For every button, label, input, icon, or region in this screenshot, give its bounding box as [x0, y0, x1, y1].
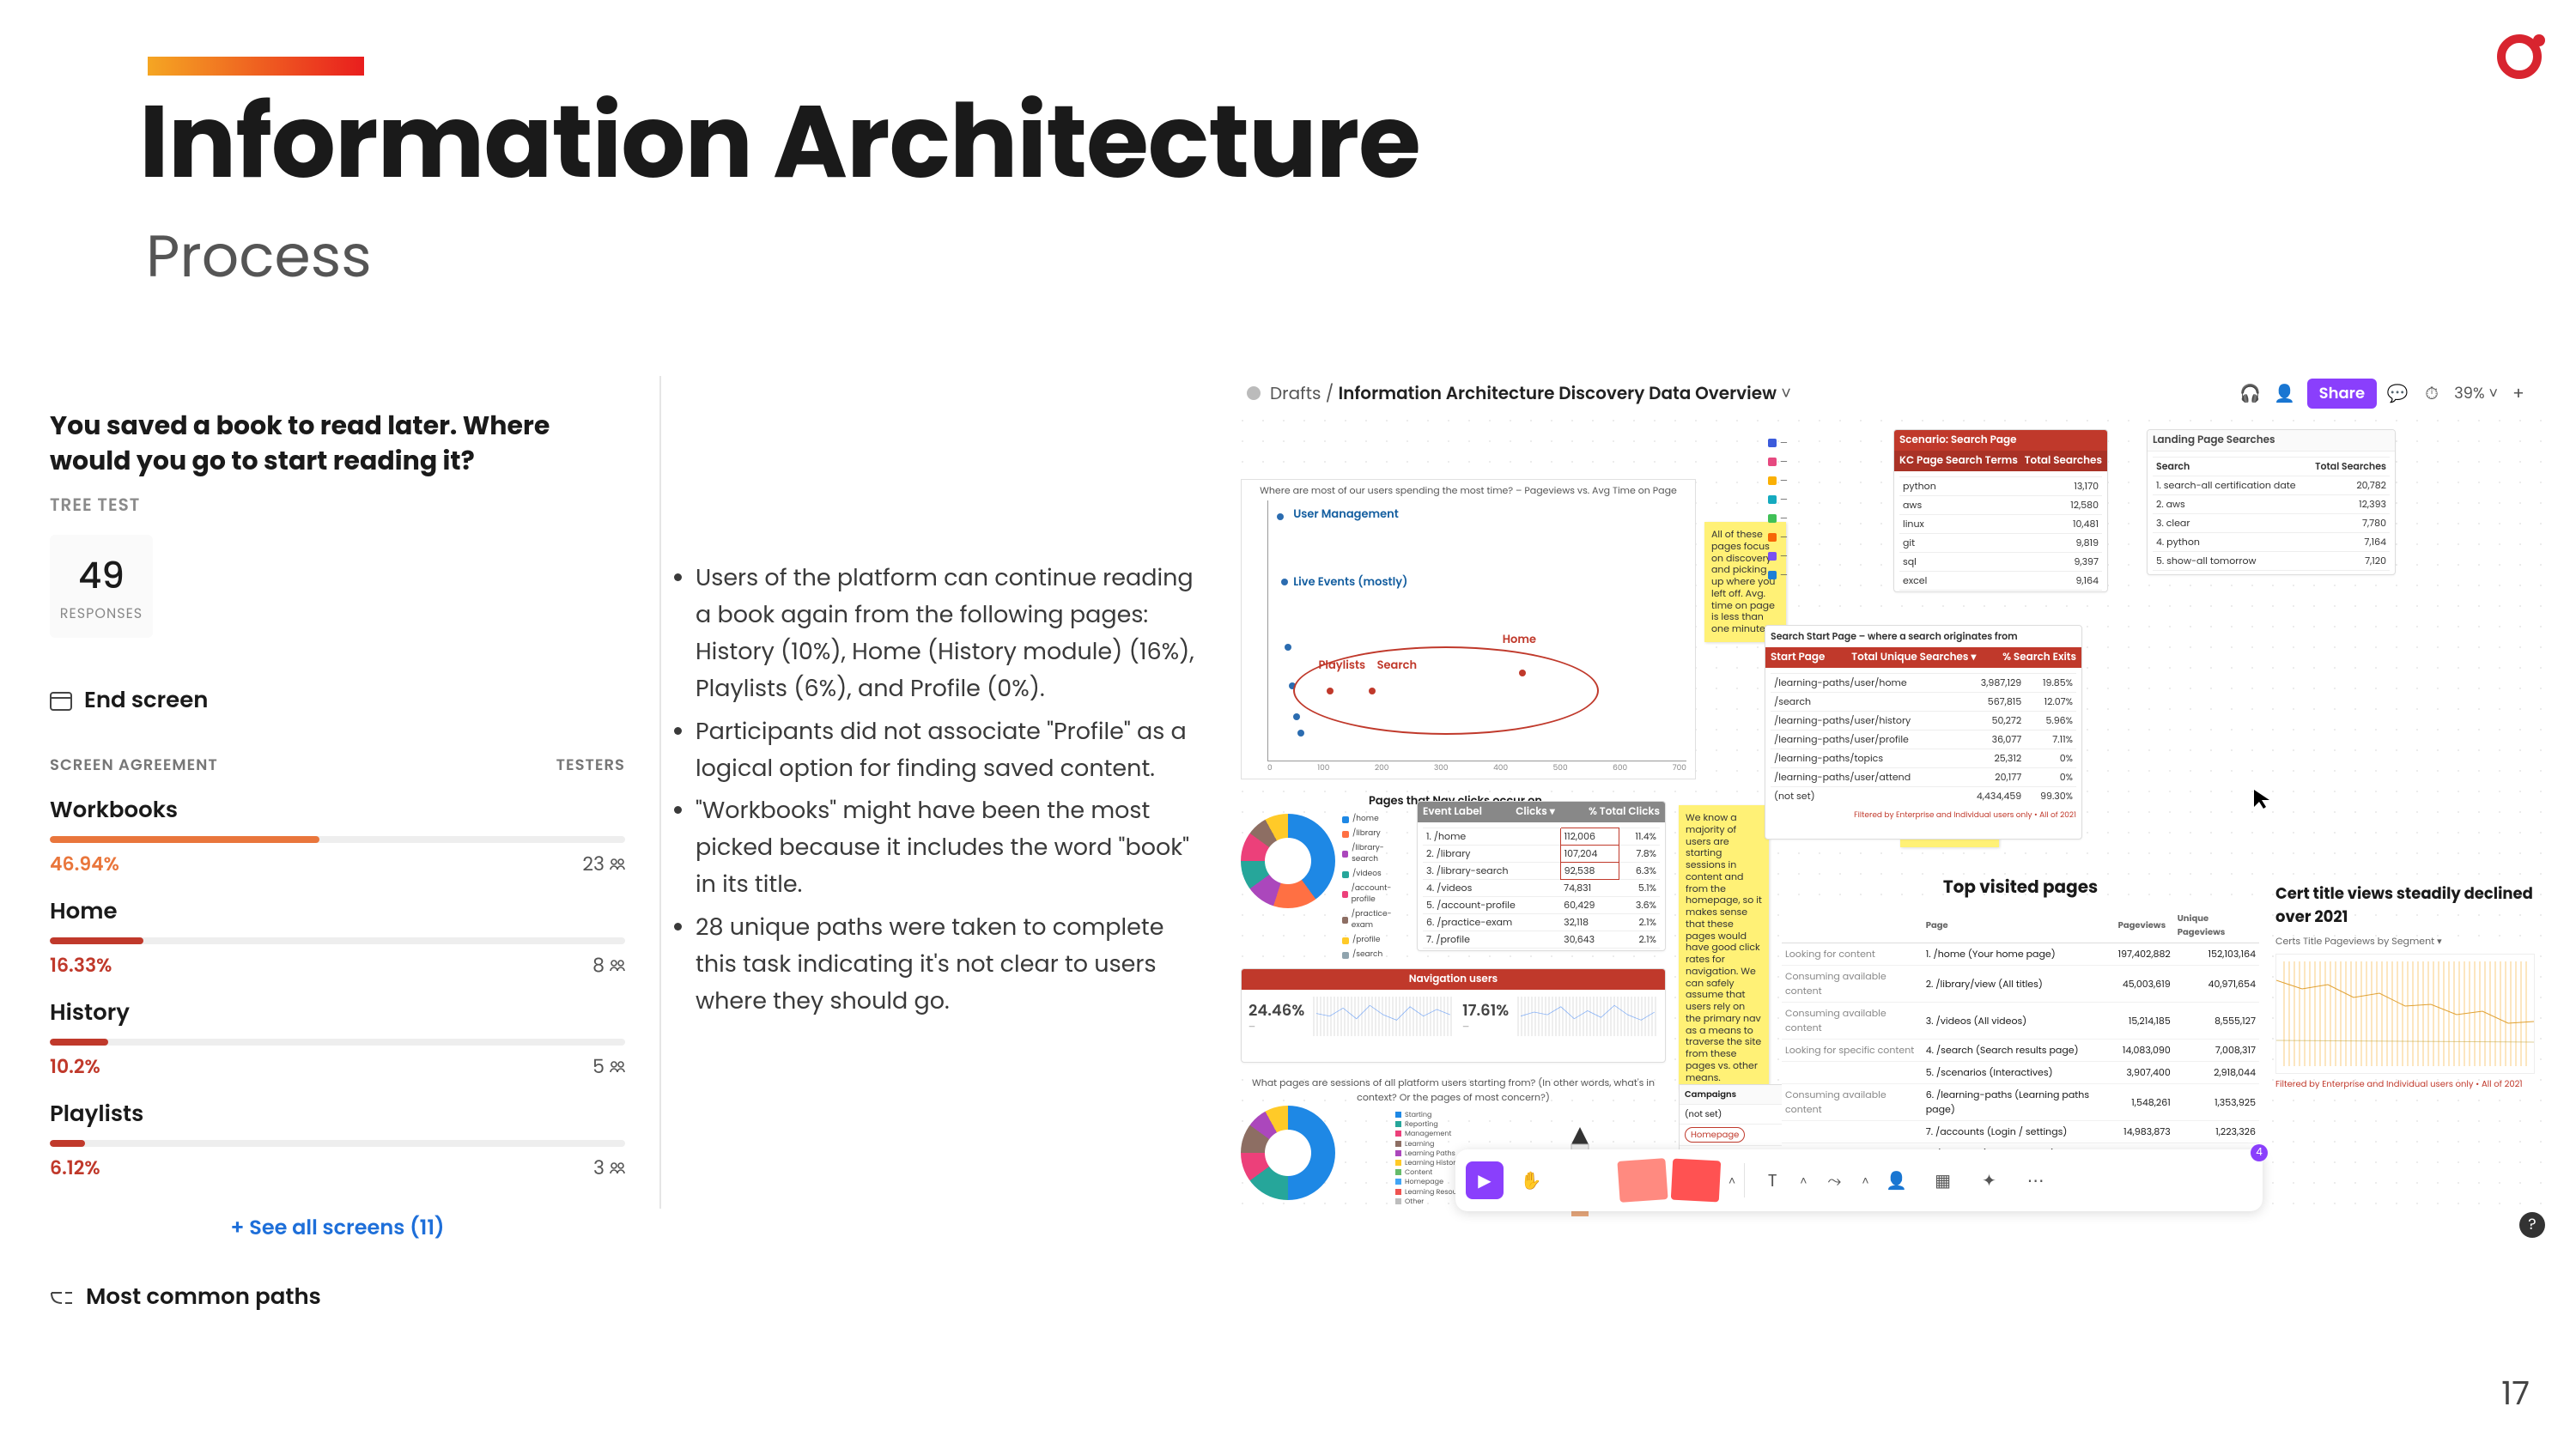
common-paths-label: Most common paths: [86, 1281, 321, 1314]
sp-hdr2: Total Unique Searches ▾: [1851, 650, 1976, 665]
donut-chart-1: /home/library/library-search/videos/acco…: [1241, 814, 1404, 951]
breadcrumb-prefix: Drafts /: [1270, 381, 1334, 405]
findings-bullets: Users of the platform can continue readi…: [678, 560, 1207, 1025]
survey-panel: You saved a book to read later. Where wo…: [9, 376, 1228, 1209]
help-button[interactable]: ?: [2519, 1212, 2545, 1238]
agreement-row: Workbooks 46.94% 23: [50, 794, 625, 878]
finding-bullet: Participants did not associate "Profile"…: [696, 713, 1207, 787]
share-button[interactable]: Share: [2307, 379, 2377, 409]
sticky-note-3[interactable]: We know a majority of users are starting…: [1679, 805, 1769, 1090]
agreement-row: Home 16.33% 8: [50, 895, 625, 979]
nt-hl: Event Label: [1423, 804, 1482, 820]
zoom-level[interactable]: 39% ˅: [2454, 382, 2498, 405]
nav-users-panel: Navigation users 24.46% — 17.61% —: [1241, 968, 1666, 1063]
kpi-hdr-right: Total Searches: [2025, 453, 2102, 469]
figma-logo-icon: [1246, 385, 1261, 401]
timer-icon[interactable]: ⏱: [2418, 379, 2445, 407]
figjam-toolbar: ▶ ✋ ˄ T ˄ ⤳ ˄ 👤 ▦ ✦ ⋯ 4: [1455, 1149, 2263, 1211]
brand-logo: [2497, 34, 2542, 85]
screen-agreement-label: SCREEN AGREEMENT: [50, 754, 218, 777]
breadcrumb-title: Information Architecture Discovery Data …: [1339, 381, 1777, 405]
responses-count: 49: [57, 549, 146, 603]
scatter-label-live: Live Events (mostly): [1293, 573, 1407, 591]
scatter-title: Where are most of our users spending the…: [1242, 480, 1695, 501]
paths-icon: [50, 1289, 74, 1307]
metric-2: 17.61%: [1462, 999, 1509, 1022]
nt-hr: % Total Clicks: [1589, 804, 1660, 820]
scatter-label-um: User Management: [1293, 506, 1399, 523]
end-screen-row: End screen: [50, 684, 625, 718]
tool-more[interactable]: ⋯: [2017, 1161, 2055, 1199]
cert-decline-panel: Cert title views steadily declined over …: [2275, 882, 2535, 1091]
finding-bullet: 28 unique paths were taken to complete t…: [696, 909, 1207, 1021]
responses-label: RESPONSES: [57, 603, 146, 624]
most-common-paths-row: Most common paths: [50, 1281, 625, 1314]
add-icon[interactable]: +: [2505, 379, 2532, 407]
kpi-hdr-left: KC Page Search Terms: [1899, 453, 2018, 469]
end-screen-label: End screen: [84, 684, 208, 718]
search-page-panel: Scenario: Search Page KC Page Search Ter…: [1893, 429, 2108, 592]
cursor-icon: [2252, 788, 2271, 816]
startpage-foot: Filtered by Enterprise and Individual us…: [1765, 810, 2081, 825]
cert-subtitle: Certs Title Pageviews by Segment ▾: [2275, 934, 2535, 949]
testers-label: TESTERS: [556, 754, 625, 777]
slide-title: Information Architecture: [139, 89, 1420, 196]
figjam-board: Drafts / Information Architecture Discov…: [1232, 376, 2546, 1222]
avatar-icon[interactable]: 👤: [2271, 379, 2299, 407]
figjam-canvas[interactable]: Where are most of our users spending the…: [1232, 410, 2546, 1222]
comment-icon[interactable]: 💬: [2384, 379, 2411, 407]
scatter-label-home: Home: [1503, 631, 1536, 648]
survey-question: You saved a book to read later. Where wo…: [50, 409, 617, 478]
agreement-row: History 10.2% 5: [50, 997, 625, 1081]
top-visited-title: Top visited pages: [1782, 874, 2259, 900]
page-number: 17: [2501, 1369, 2530, 1418]
window-icon: [50, 692, 72, 711]
tool-table[interactable]: ▦: [1924, 1161, 1962, 1199]
cert-foot: Filtered by Enterprise and Individual us…: [2275, 1077, 2535, 1091]
agreement-row: Playlists 6.12% 3: [50, 1098, 625, 1182]
finding-bullet: "Workbooks" might have been the most pic…: [696, 792, 1207, 904]
sp-hdr1: Start Page: [1771, 650, 1825, 665]
responses-count-box: 49 RESPONSES: [50, 535, 153, 638]
tool-connector[interactable]: ⤳: [1815, 1161, 1853, 1199]
toolbar-notif-badge: 4: [2251, 1144, 2268, 1161]
figjam-topbar: Drafts / Information Architecture Discov…: [1232, 376, 2546, 410]
tool-play[interactable]: ▶: [1466, 1161, 1504, 1199]
sticky-caret[interactable]: ˄: [1728, 1172, 1735, 1190]
nav-table: Event Label Clicks ▾ % Total Clicks 1. /…: [1417, 801, 1666, 951]
cert-title: Cert title views steadily declined over …: [2275, 882, 2535, 929]
startpage-panel: Search Start Page – where a search origi…: [1765, 625, 2082, 840]
search-page-title: Scenario: Search Page: [1899, 433, 2102, 448]
tool-stamp[interactable]: 👤: [1878, 1161, 1916, 1199]
breadcrumb[interactable]: Drafts / Information Architecture Discov…: [1270, 380, 1791, 406]
landing-title: Landing Page Searches: [2148, 430, 2395, 452]
donut-chart-2: [1241, 1106, 1387, 1226]
startpage-title: Search Start Page – where a search origi…: [1765, 626, 2081, 647]
landing-panel: Landing Page Searches SearchTotal Search…: [2147, 429, 2396, 575]
top-visited-panel: Top visited pages PagePageviewsUnique Pa…: [1782, 874, 2259, 1187]
finding-bullet: Users of the platform can continue readi…: [696, 560, 1207, 708]
tool-widget[interactable]: ✦: [1971, 1161, 2008, 1199]
sp-hdr3: % Search Exits: [2002, 650, 2076, 665]
slide-subtitle: Process: [146, 213, 372, 300]
tool-hand[interactable]: ✋: [1512, 1161, 1550, 1199]
nt-hc: Clicks ▾: [1516, 804, 1555, 820]
tool-sticky-swatches[interactable]: [1619, 1160, 1720, 1201]
scatter-chart: Where are most of our users spending the…: [1241, 479, 1696, 779]
see-all-screens-link[interactable]: See all screens (11): [50, 1213, 625, 1243]
legend-column: — — — — — — — —: [1768, 436, 1837, 587]
tool-text[interactable]: T: [1753, 1161, 1791, 1199]
nav-users-title: Navigation users: [1409, 972, 1498, 987]
starting-question: What pages are sessions of all platform …: [1241, 1076, 1666, 1105]
headset-icon[interactable]: 🎧: [2237, 379, 2264, 407]
metric-1: 24.46%: [1249, 999, 1304, 1022]
survey-test-type: TREE TEST: [50, 492, 625, 518]
